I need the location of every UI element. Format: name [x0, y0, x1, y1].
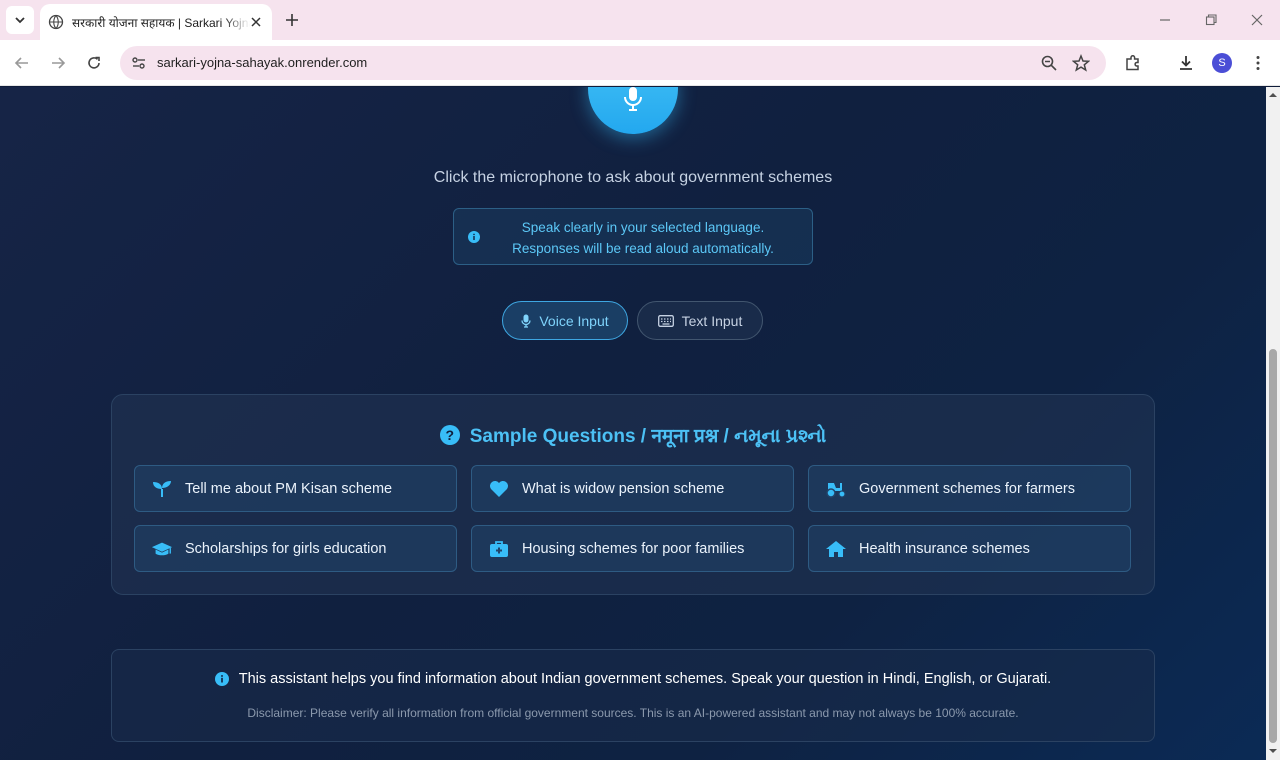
zoom-icon[interactable] — [1040, 54, 1058, 72]
window-close-icon[interactable] — [1249, 12, 1265, 28]
text-input-label: Text Input — [681, 312, 743, 329]
info-notice: Speak clearly in your selected language.… — [453, 208, 813, 265]
tab-title: सरकारी योजना सहायक | Sarkari Yojna Sahay… — [72, 15, 250, 30]
heart-icon — [490, 480, 508, 497]
page-content: Click the microphone to ask about govern… — [0, 87, 1266, 760]
microphone-icon — [521, 314, 532, 328]
forward-button[interactable] — [47, 52, 69, 74]
seedling-icon — [153, 480, 171, 497]
back-button[interactable] — [11, 52, 33, 74]
info-text: Speak clearly in your selected language.… — [512, 220, 774, 256]
sample-question-pm-kisan[interactable]: Tell me about PM Kisan scheme — [134, 465, 457, 512]
page-scrollbar[interactable] — [1266, 87, 1280, 760]
home-icon — [826, 540, 846, 557]
sample-question-farmers[interactable]: Government schemes for farmers — [808, 465, 1131, 512]
sample-question-label: Tell me about PM Kisan scheme — [185, 480, 393, 497]
voice-input-button[interactable]: Voice Input — [502, 301, 628, 340]
sample-question-widow-pension[interactable]: What is widow pension scheme — [471, 465, 794, 512]
microphone-icon — [624, 87, 642, 111]
address-bar[interactable]: sarkari-yojna-sahayak.onrender.com — [120, 46, 1106, 80]
info-icon — [468, 231, 480, 243]
sample-question-health-insurance[interactable]: Health insurance schemes — [808, 525, 1131, 572]
about-text: This assistant helps you find informatio… — [238, 671, 1052, 687]
scroll-up-arrow-icon[interactable] — [1269, 91, 1277, 99]
sample-question-label: Scholarships for girls education — [185, 540, 387, 557]
sample-question-housing[interactable]: Housing schemes for poor families — [471, 525, 794, 572]
site-settings-icon[interactable] — [130, 54, 148, 72]
info-icon — [214, 672, 229, 686]
microphone-button[interactable] — [588, 87, 678, 134]
keyboard-icon — [657, 314, 674, 327]
sample-question-label: Housing schemes for poor families — [522, 540, 745, 557]
tractor-icon — [826, 482, 846, 498]
globe-icon — [48, 14, 64, 30]
menu-button[interactable] — [1247, 52, 1269, 74]
kebab-menu-icon — [1256, 56, 1260, 70]
sample-question-label: Government schemes for farmers — [859, 480, 1075, 497]
microphone-hint: Click the microphone to ask about govern… — [433, 169, 833, 186]
graduation-cap-icon — [151, 542, 173, 555]
question-circle-icon: ? — [439, 425, 460, 445]
text-input-button[interactable]: Text Input — [637, 301, 763, 340]
tab-strip: सरकारी योजना सहायक | Sarkari Yojna Sahay… — [0, 0, 1280, 40]
downloads-button[interactable] — [1175, 52, 1197, 74]
scrollbar-thumb[interactable] — [1269, 349, 1277, 743]
restore-icon[interactable] — [1203, 12, 1219, 28]
arrow-right-icon — [52, 57, 66, 69]
url-text[interactable]: sarkari-yojna-sahayak.onrender.com — [157, 55, 367, 70]
extensions-button[interactable] — [1122, 52, 1144, 74]
bookmark-star-icon[interactable] — [1072, 54, 1090, 72]
close-icon[interactable] — [248, 14, 264, 30]
about-panel: This assistant helps you find informatio… — [111, 649, 1155, 742]
browser-toolbar: sarkari-yojna-sahayak.onrender.com S — [0, 40, 1280, 86]
puzzle-icon — [1126, 54, 1139, 71]
about-line: This assistant helps you find informatio… — [112, 671, 1154, 687]
sample-questions-panel: ? Sample Questions / नमूना प्रश्न / નમૂન… — [111, 394, 1155, 595]
arrow-left-icon — [14, 57, 28, 69]
sample-questions-title: Sample Questions / नमूना प्रश्न / નમૂના … — [469, 426, 827, 447]
new-tab-icon[interactable] — [282, 10, 302, 30]
voice-input-label: Voice Input — [539, 312, 609, 329]
tab-search-button[interactable] — [6, 6, 34, 34]
download-icon — [1180, 56, 1192, 70]
sample-question-scholarships[interactable]: Scholarships for girls education — [134, 525, 457, 572]
profile-avatar[interactable]: S — [1212, 53, 1232, 73]
sample-questions-heading: ? Sample Questions / नमूना प्रश्न / નમૂન… — [112, 422, 1154, 448]
reload-icon — [88, 56, 100, 69]
minimize-icon[interactable] — [1157, 12, 1173, 28]
sample-question-label: What is widow pension scheme — [522, 480, 725, 497]
sample-question-label: Health insurance schemes — [859, 540, 1030, 557]
scroll-down-arrow-icon[interactable] — [1269, 747, 1277, 755]
reload-button[interactable] — [83, 52, 105, 74]
chevron-down-icon — [15, 17, 25, 24]
medical-kit-icon — [490, 540, 508, 557]
active-tab[interactable]: सरकारी योजना सहायक | Sarkari Yojna Sahay… — [40, 4, 272, 40]
disclaimer-text: Disclaimer: Please verify all informatio… — [247, 706, 1019, 720]
